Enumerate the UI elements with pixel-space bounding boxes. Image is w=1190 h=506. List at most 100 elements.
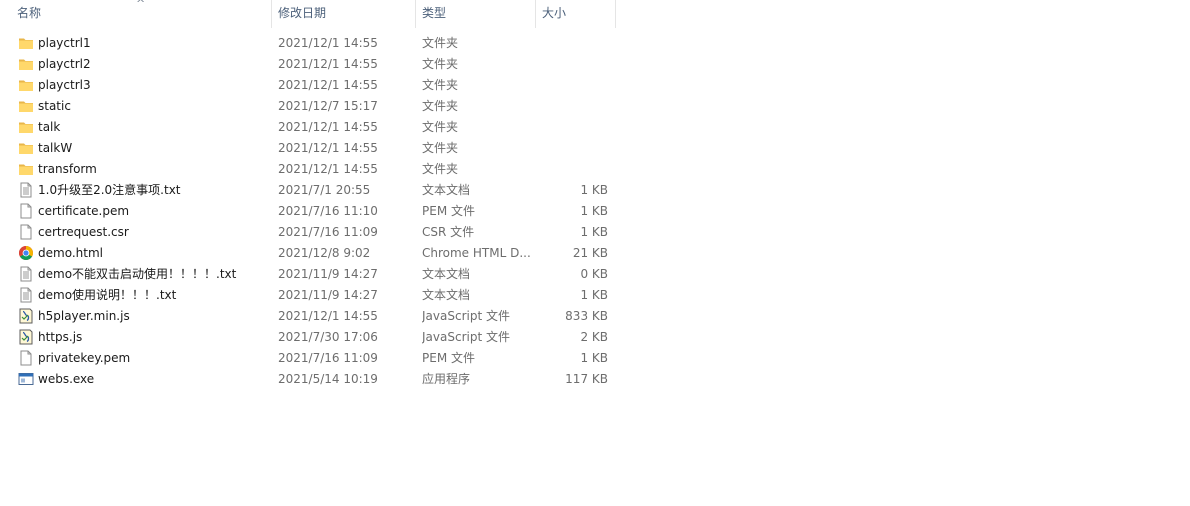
file-date: 2021/12/1 14:55	[278, 57, 378, 71]
folder-icon	[18, 140, 34, 156]
file-size: 0 KB	[580, 267, 608, 281]
file-size: 1 KB	[580, 288, 608, 302]
file-row[interactable]: demo使用说明！！！.txt 2021/11/9 14:27 文本文档 1 KB	[0, 285, 616, 306]
file-row[interactable]: talkW 2021/12/1 14:55 文件夹	[0, 138, 616, 159]
text-file-icon	[18, 266, 34, 282]
file-name: h5player.min.js	[38, 309, 130, 323]
file-name: talk	[38, 120, 61, 134]
script-file-icon	[18, 308, 34, 324]
file-date: 2021/12/1 14:55	[278, 309, 378, 323]
file-type: Chrome HTML D...	[422, 246, 530, 260]
file-row[interactable]: demo不能双击启动使用！！！！.txt 2021/11/9 14:27 文本文档 0…	[0, 264, 616, 285]
file-date: 2021/12/7 15:17	[278, 99, 378, 113]
file-name: playctrl2	[38, 57, 91, 71]
file-size: 1 KB	[580, 225, 608, 239]
column-header-name[interactable]: 名称	[12, 0, 272, 28]
file-name: playctrl1	[38, 36, 91, 50]
file-type: 文件夹	[422, 36, 459, 50]
file-date: 2021/12/1 14:55	[278, 120, 378, 134]
column-header-size[interactable]: 大小	[536, 0, 616, 28]
file-date: 2021/7/16 11:09	[278, 351, 378, 365]
file-name: talkW	[38, 141, 73, 155]
text-file-icon	[18, 182, 34, 198]
file-row[interactable]: certificate.pem 2021/7/16 11:10 PEM 文件 1 KB	[0, 201, 616, 222]
file-name: transform	[38, 162, 97, 176]
file-size: 2 KB	[580, 330, 608, 344]
file-type: PEM 文件	[422, 204, 475, 218]
file-row[interactable]: playctrl2 2021/12/1 14:55 文件夹	[0, 54, 616, 75]
file-type: JavaScript 文件	[422, 309, 510, 323]
file-type: PEM 文件	[422, 351, 475, 365]
file-type: 文件夹	[422, 120, 459, 134]
file-type: 文本文档	[422, 267, 471, 281]
script-file-icon	[18, 329, 34, 345]
file-name: demo不能双击启动使用！！！！.txt	[38, 267, 237, 281]
file-name: privatekey.pem	[38, 351, 131, 365]
file-name: demo使用说明！！！.txt	[38, 288, 177, 302]
file-row[interactable]: privatekey.pem 2021/7/16 11:09 PEM 文件 1 KB	[0, 348, 616, 369]
blank-file-icon	[18, 350, 34, 366]
file-row[interactable]: transform 2021/12/1 14:55 文件夹	[0, 159, 616, 180]
text-file-icon	[18, 287, 34, 303]
folder-icon	[18, 98, 34, 114]
file-type: 文件夹	[422, 141, 459, 155]
file-size: 117 KB	[565, 372, 608, 386]
file-row[interactable]: certrequest.csr 2021/7/16 11:09 CSR 文件 1 KB	[0, 222, 616, 243]
file-type: 文件夹	[422, 162, 459, 176]
file-row[interactable]: talk 2021/12/1 14:55 文件夹	[0, 117, 616, 138]
file-row[interactable]: playctrl1 2021/12/1 14:55 文件夹	[0, 33, 616, 54]
chrome-icon	[18, 245, 34, 261]
file-date: 2021/12/8 9:02	[278, 246, 371, 260]
file-size: 1 KB	[580, 183, 608, 197]
file-row[interactable]: webs.exe 2021/5/14 10:19 应用程序 117 KB	[0, 369, 616, 390]
file-name: certificate.pem	[38, 204, 130, 218]
file-date: 2021/7/16 11:09	[278, 225, 378, 239]
file-date: 2021/11/9 14:27	[278, 288, 378, 302]
file-date: 2021/7/1 20:55	[278, 183, 371, 197]
file-type: JavaScript 文件	[422, 330, 510, 344]
file-row[interactable]: playctrl3 2021/12/1 14:55 文件夹	[0, 75, 616, 96]
file-date: 2021/11/9 14:27	[278, 267, 378, 281]
file-name: 1.0升级至2.0注意事项.txt	[38, 183, 181, 197]
file-name: certrequest.csr	[38, 225, 129, 239]
file-name: static	[38, 99, 71, 113]
column-header-bar: ^ 名称 修改日期 类型 大小	[0, 0, 616, 28]
folder-icon	[18, 119, 34, 135]
folder-icon	[18, 35, 34, 51]
file-list: playctrl1 2021/12/1 14:55 文件夹 playctrl2 2021…	[0, 33, 616, 390]
file-type: 应用程序	[422, 372, 471, 386]
folder-icon	[18, 56, 34, 72]
file-row[interactable]: https.js 2021/7/30 17:06 JavaScript 文件 2 KB	[0, 327, 616, 348]
file-size: 1 KB	[580, 204, 608, 218]
file-type: 文件夹	[422, 78, 459, 92]
file-date: 2021/12/1 14:55	[278, 78, 378, 92]
file-type: CSR 文件	[422, 225, 475, 239]
file-name: playctrl3	[38, 78, 91, 92]
blank-file-icon	[18, 224, 34, 240]
application-icon	[18, 371, 34, 387]
file-name: webs.exe	[38, 372, 95, 386]
file-row[interactable]: h5player.min.js 2021/12/1 14:55 JavaScript…	[0, 306, 616, 327]
file-size: 833 KB	[565, 309, 608, 323]
file-explorer: ^ 名称 修改日期 类型 大小 playctrl1 2021/12/1 14:55…	[0, 0, 1190, 506]
file-date: 2021/5/14 10:19	[278, 372, 378, 386]
file-type: 文本文档	[422, 183, 471, 197]
file-type: 文本文档	[422, 288, 471, 302]
file-date: 2021/7/30 17:06	[278, 330, 378, 344]
file-size: 1 KB	[580, 351, 608, 365]
file-name: demo.html	[38, 246, 103, 260]
column-header-date[interactable]: 修改日期	[272, 0, 416, 28]
file-type: 文件夹	[422, 99, 459, 113]
file-date: 2021/7/16 11:10	[278, 204, 378, 218]
folder-icon	[18, 161, 34, 177]
blank-file-icon	[18, 203, 34, 219]
file-row[interactable]: static 2021/12/7 15:17 文件夹	[0, 96, 616, 117]
file-date: 2021/12/1 14:55	[278, 162, 378, 176]
file-size: 21 KB	[572, 246, 608, 260]
folder-icon	[18, 77, 34, 93]
file-date: 2021/12/1 14:55	[278, 36, 378, 50]
column-header-type[interactable]: 类型	[416, 0, 536, 28]
file-row[interactable]: demo.html 2021/12/8 9:02 Chrome HTML D... 2…	[0, 243, 616, 264]
file-row[interactable]: 1.0升级至2.0注意事项.txt 2021/7/1 20:55 文本文档 1 KB	[0, 180, 616, 201]
file-date: 2021/12/1 14:55	[278, 141, 378, 155]
